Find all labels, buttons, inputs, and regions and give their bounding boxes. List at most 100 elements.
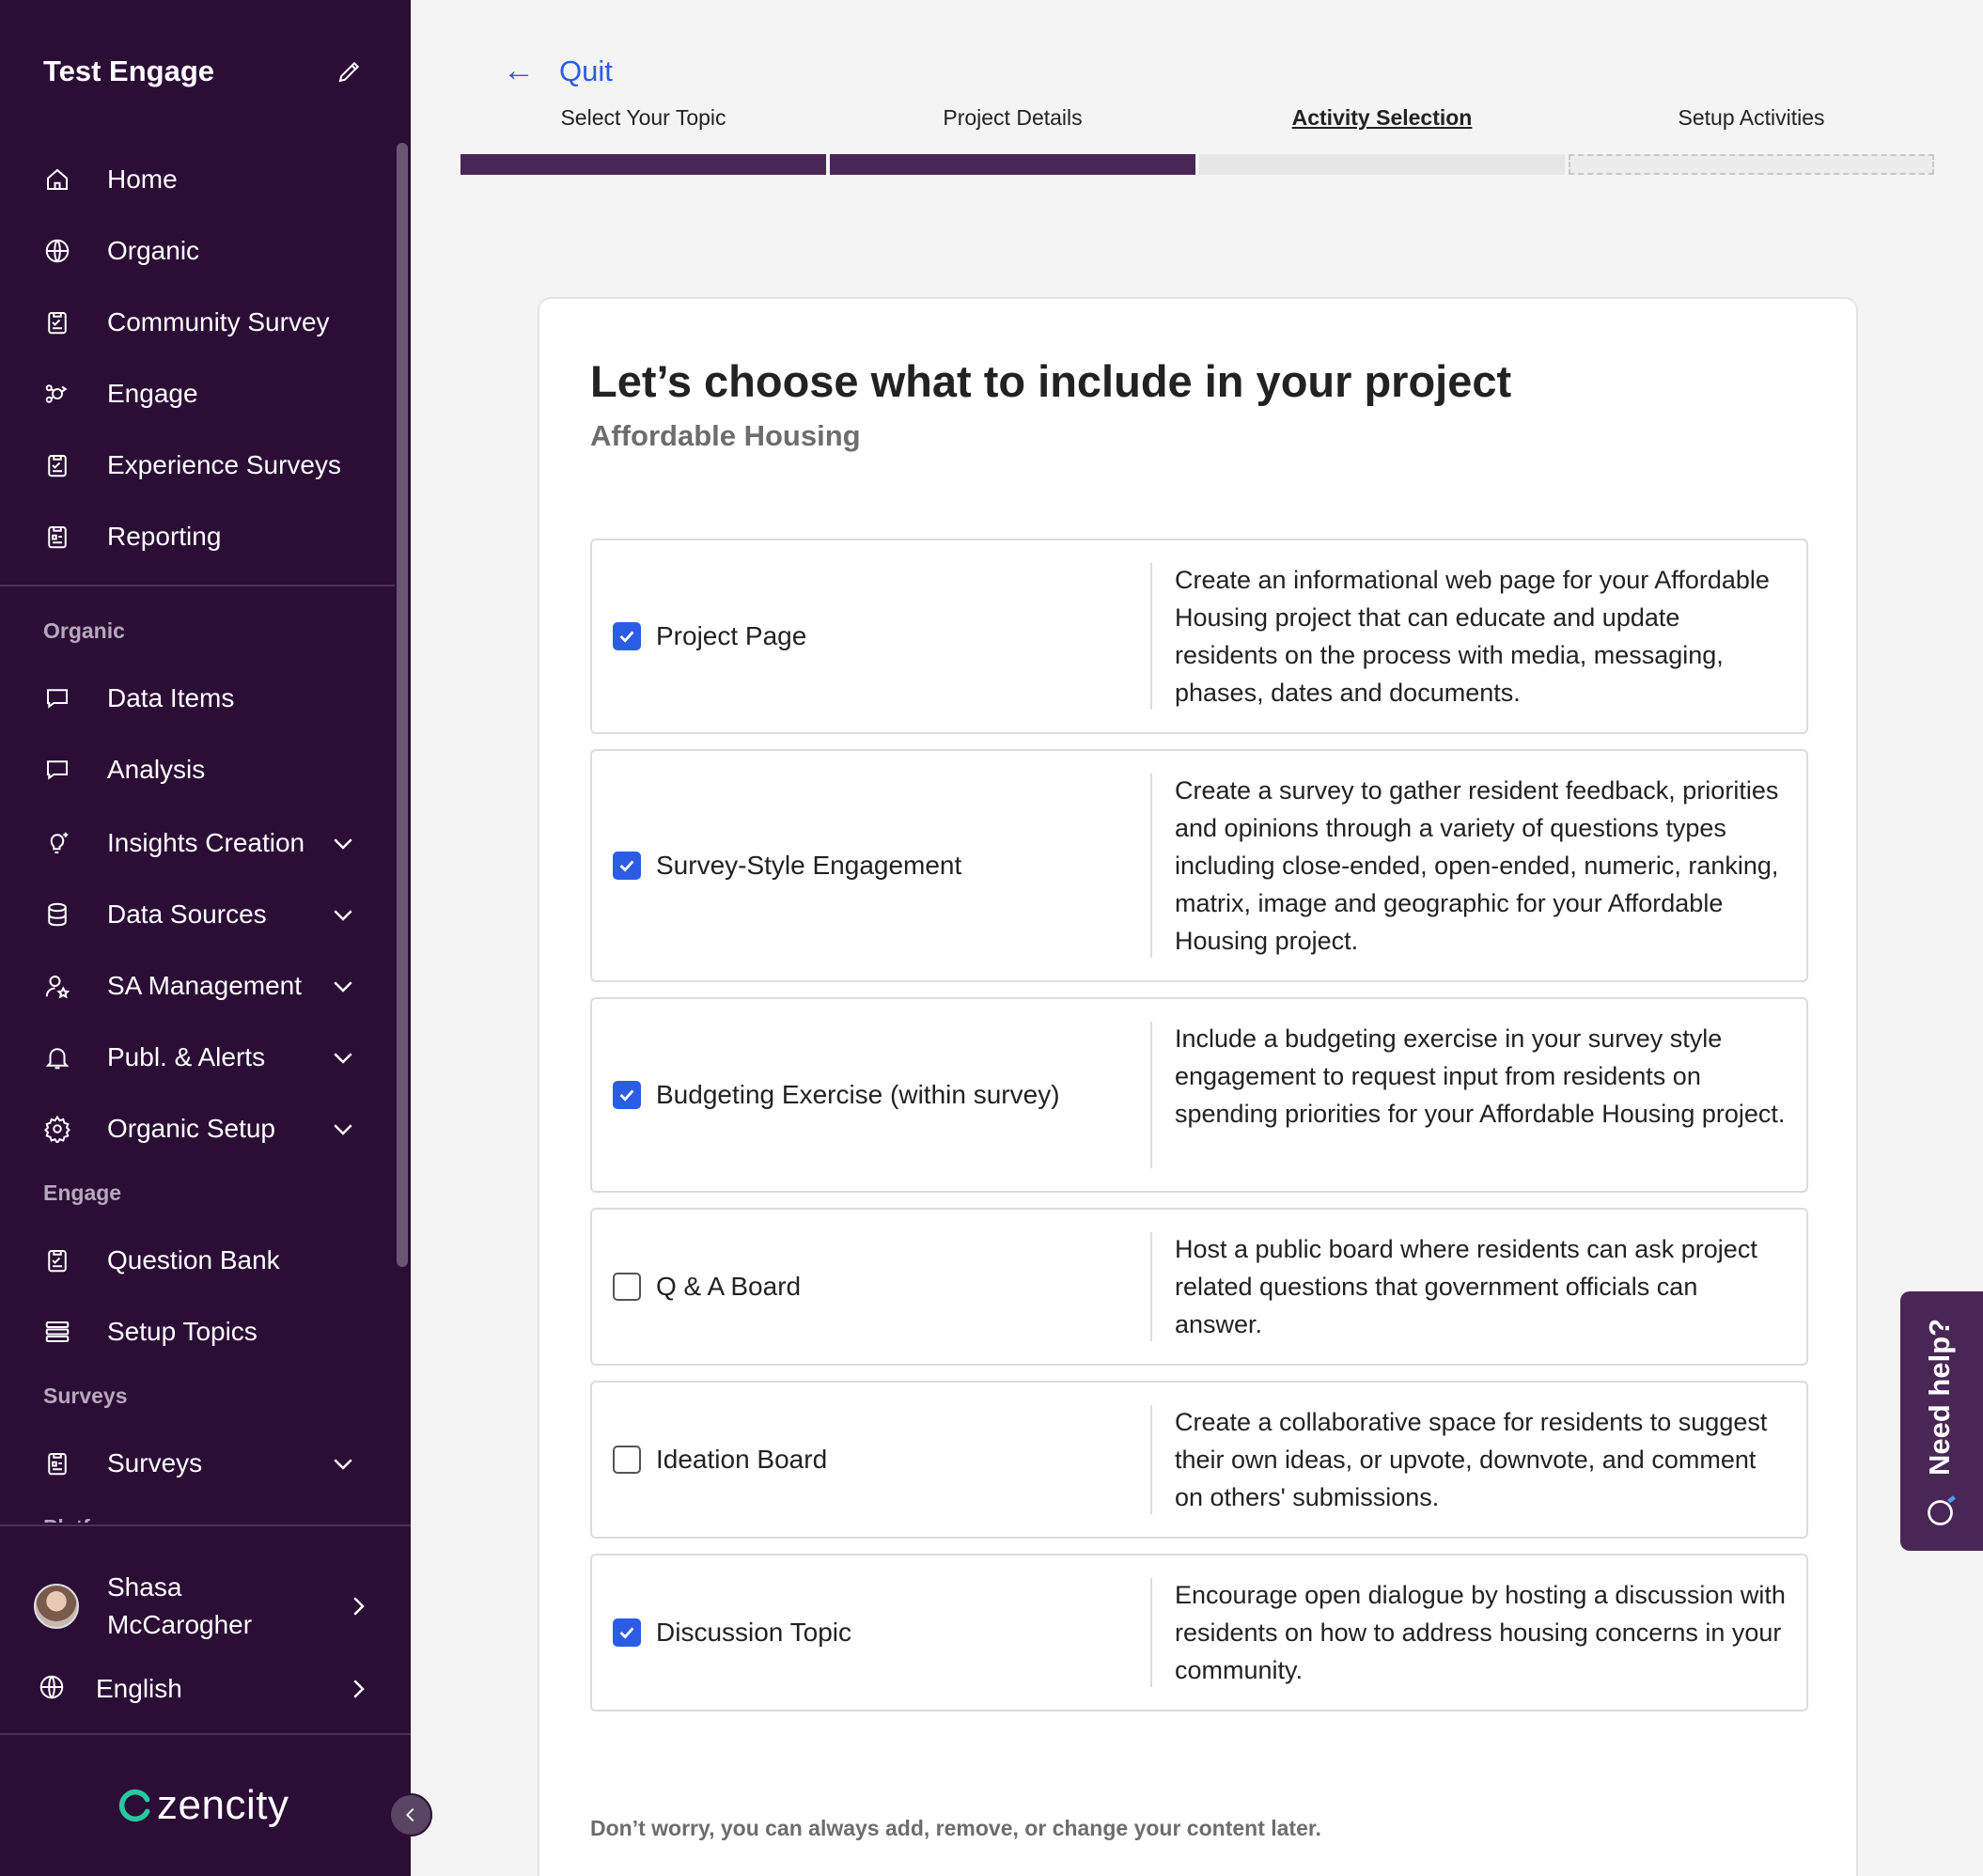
option-name: Ideation Board [656, 1445, 828, 1474]
sidebar-item-label: Surveys [107, 1448, 203, 1477]
chevron-down-icon[interactable] [329, 900, 357, 929]
checkbox-checked[interactable] [613, 1618, 641, 1647]
sidebar-header: Test Engage [43, 53, 364, 90]
option-divider [1150, 1022, 1152, 1168]
sidebar-item-organic[interactable]: Organic [38, 227, 357, 274]
option-name: Q & A Board [656, 1272, 802, 1301]
chevron-down-icon[interactable] [329, 972, 357, 1000]
gear-icon [38, 1109, 77, 1149]
sidebar-divider [0, 585, 395, 586]
sidebar-item-question-bank[interactable]: Question Bank [38, 1237, 357, 1284]
logo-text: zencity [157, 1782, 289, 1828]
check-icon [619, 860, 634, 872]
sidebar-item-label: Setup Topics [107, 1317, 258, 1346]
language-selector[interactable]: English [38, 1665, 372, 1712]
step-bar-done [830, 154, 1195, 175]
globe-icon [38, 1673, 66, 1706]
chevron-down-icon[interactable] [329, 1043, 357, 1071]
user-menu[interactable]: Shasa McCarogher [34, 1564, 372, 1649]
option-checkbox-survey-style-engagement[interactable]: Survey-Style Engagement [613, 751, 961, 980]
sidebar-item-label: Experience Surveys [107, 450, 342, 479]
zencity-logo: zencity [117, 1782, 289, 1829]
chevron-down-icon[interactable] [329, 829, 357, 857]
section-label-engage: Engage [43, 1180, 122, 1205]
sidebar-item-surveys[interactable]: Surveys [38, 1440, 357, 1487]
chevron-right-icon [353, 1680, 365, 1698]
checkbox-checked[interactable] [613, 1081, 641, 1109]
step-activity-selection[interactable]: Activity Selection [1199, 105, 1565, 131]
footnote-text: Don’t worry, you can always add, remove,… [590, 1816, 1321, 1840]
database-icon [38, 895, 77, 934]
option-checkbox-project-page[interactable]: Project Page [613, 540, 806, 732]
sidebar-item-community-survey[interactable]: Community Survey [38, 299, 357, 346]
option-row: Survey-Style Engagement Create a survey … [590, 749, 1808, 982]
checkbox-unchecked[interactable] [613, 1273, 641, 1301]
checkbox-checked[interactable] [613, 852, 641, 880]
check-icon [619, 631, 634, 643]
sidebar-item-home[interactable]: Home [38, 156, 357, 203]
home-icon [38, 160, 77, 199]
quit-link[interactable]: ← Quit [503, 53, 613, 89]
option-description: Encourage open dialogue by hosting a dis… [1175, 1581, 1786, 1684]
help-chat-icon [1928, 1495, 1956, 1525]
option-description: Create a collaborative space for residen… [1175, 1408, 1768, 1511]
language-label: English [96, 1674, 182, 1703]
option-checkbox-ideation-board[interactable]: Ideation Board [613, 1383, 827, 1537]
sidebar-item-setup-topics[interactable]: Setup Topics [38, 1308, 357, 1355]
chevron-down-icon[interactable] [329, 1115, 357, 1143]
chevron-down-icon[interactable] [329, 1449, 357, 1477]
step-project-details[interactable]: Project Details [830, 105, 1195, 131]
edit-icon[interactable] [336, 57, 364, 86]
sidebar-item-sa-management[interactable]: SA Management [38, 962, 357, 1009]
workspace-title: Test Engage [43, 55, 215, 87]
engage-icon [38, 374, 77, 414]
option-row: Discussion Topic Encourage open dialogue… [590, 1554, 1808, 1712]
sidebar-item-label: Engage [107, 379, 198, 408]
sidebar-scrollbar[interactable] [397, 143, 408, 1267]
option-description: Host a public board where residents can … [1175, 1235, 1757, 1338]
option-row: Budgeting Exercise (within survey) Inclu… [590, 997, 1808, 1193]
checkbox-unchecked[interactable] [613, 1446, 641, 1474]
option-checkbox-budgeting-exercise[interactable]: Budgeting Exercise (within survey) [613, 999, 1060, 1191]
sidebar-item-label: SA Management [107, 971, 303, 1000]
sidebar-item-organic-setup[interactable]: Organic Setup [38, 1105, 357, 1152]
sidebar-item-engage[interactable]: Engage [38, 370, 357, 417]
option-checkbox-qa-board[interactable]: Q & A Board [613, 1210, 801, 1364]
sidebar-item-label: Publ. & Alerts [107, 1042, 266, 1071]
sidebar-item-reporting[interactable]: Reporting [38, 513, 357, 560]
sidebar-nav[interactable]: Home Organic Community Survey Engage Exp… [0, 141, 411, 1523]
sidebar-divider [0, 1733, 411, 1735]
section-label-platform: Platform [43, 1515, 131, 1523]
sidebar-item-data-sources[interactable]: Data Sources [38, 891, 357, 938]
option-checkbox-discussion-topic[interactable]: Discussion Topic [613, 1556, 851, 1710]
sidebar-item-label: Data Sources [107, 899, 267, 929]
sidebar-item-label: Reporting [107, 522, 222, 551]
zencity-logo-icon [118, 1789, 150, 1822]
option-divider [1150, 1405, 1152, 1514]
need-help-label: Need help? [1923, 1318, 1956, 1476]
section-label-organic: Organic [43, 618, 125, 643]
option-name: Budgeting Exercise (within survey) [656, 1080, 1060, 1109]
activity-selection-card: Let’s choose what to include in your pro… [538, 297, 1858, 1876]
sidebar-item-insights-creation[interactable]: Insights Creation [38, 820, 357, 867]
step-bar-next [1569, 154, 1934, 175]
collapse-sidebar-button[interactable] [389, 1793, 432, 1837]
chat-icon [38, 750, 77, 789]
chevron-right-icon [353, 1597, 365, 1616]
need-help-button[interactable]: Need help? [1900, 1291, 1983, 1551]
clipboard-icon [38, 446, 77, 485]
sidebar-item-data-items[interactable]: Data Items [38, 675, 357, 722]
user-star-icon [38, 966, 77, 1006]
sidebar-item-label: Community Survey [107, 307, 330, 336]
sidebar-item-experience-surveys[interactable]: Experience Surveys [38, 442, 357, 489]
sidebar: Test Engage Home Organic Community Surve… [0, 0, 411, 1876]
option-divider [1150, 563, 1152, 710]
sidebar-item-analysis[interactable]: Analysis [38, 746, 357, 793]
option-description: Create an informational web page for you… [1175, 566, 1770, 707]
option-divider [1150, 1232, 1152, 1341]
sidebar-item-publ-alerts[interactable]: Publ. & Alerts [38, 1034, 357, 1081]
step-select-topic[interactable]: Select Your Topic [461, 105, 826, 131]
avatar [34, 1584, 79, 1629]
checkbox-checked[interactable] [613, 622, 641, 650]
step-setup-activities[interactable]: Setup Activities [1569, 105, 1934, 131]
